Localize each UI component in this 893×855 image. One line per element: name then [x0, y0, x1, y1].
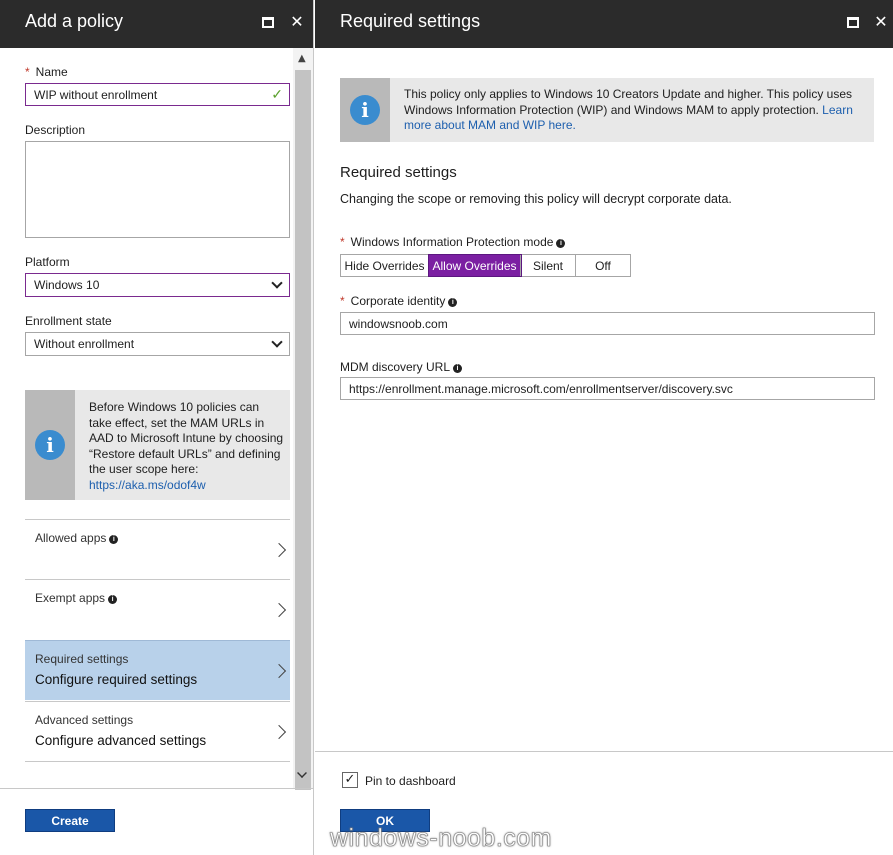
nav-required-settings[interactable]: Required settings Configure required set… [25, 640, 290, 700]
footer-divider [315, 751, 893, 752]
nav-label: Advanced settings [35, 713, 134, 727]
info-icon: i [556, 239, 566, 248]
add-policy-blade: Add a policy ✕ * Name WIP without enrollm… [0, 0, 314, 855]
name-value: WIP without enrollment [34, 87, 158, 102]
blade-header: Add a policy ✕ [0, 0, 313, 48]
info-icon: i [35, 430, 65, 460]
wip-mode-hide-overrides[interactable]: Hide Overrides [341, 255, 429, 276]
blade-header: Required settings ✕ [315, 0, 893, 48]
pin-label: Pin to dashboard [365, 774, 456, 788]
wip-mode-selector: Hide Overrides Allow Overrides Silent Of… [340, 254, 631, 277]
nav-exempt-apps[interactable]: Exempt apps i [25, 579, 290, 639]
description-textarea[interactable] [25, 141, 290, 238]
info-icon: i [109, 535, 119, 544]
nav-allowed-apps[interactable]: Allowed apps i [25, 519, 290, 579]
info-box: i This policy only applies to Windows 10… [340, 78, 874, 142]
chevron-down-icon [271, 336, 283, 348]
enrollment-value: Without enrollment [34, 337, 135, 351]
nav-advanced-settings[interactable]: Advanced settings Configure advanced set… [25, 701, 290, 762]
blade-title: Add a policy [25, 11, 124, 31]
pin-checkbox[interactable]: ✓ [342, 772, 358, 788]
chevron-right-icon [271, 724, 287, 740]
wip-mode-off[interactable]: Off [576, 255, 630, 276]
corporate-identity-value: windowsnoob.com [349, 316, 448, 331]
chevron-right-icon [271, 602, 287, 618]
corporate-identity-input[interactable]: windowsnoob.com [340, 312, 875, 335]
close-icon[interactable]: ✕ [873, 14, 889, 30]
enrollment-label: Enrollment state [25, 314, 112, 328]
required-settings-blade: Required settings ✕ i This policy only a… [315, 0, 893, 855]
info-icon-panel: i [25, 390, 75, 500]
info-icon: i [453, 364, 463, 373]
info-icon-panel: i [340, 78, 390, 142]
create-button[interactable]: Create [25, 809, 115, 832]
info-box: i Before Windows 10 policies can take ef… [25, 390, 290, 500]
description-label: Description [25, 123, 86, 137]
scrollbar[interactable]: ▲ [293, 48, 313, 790]
blade-title: Required settings [340, 11, 481, 31]
enrollment-select[interactable]: Without enrollment [25, 332, 290, 356]
mdm-url-label: MDM discovery URL i [340, 360, 463, 374]
close-icon[interactable]: ✕ [289, 14, 305, 30]
watermark: windows-noob.com [330, 824, 552, 853]
maximize-icon[interactable] [260, 14, 276, 30]
chevron-down-icon [271, 277, 283, 289]
mdm-url-input[interactable]: https://enrollment.manage.microsoft.com/… [340, 377, 875, 400]
platform-value: Windows 10 [34, 278, 100, 292]
section-description: Changing the scope or removing this poli… [340, 192, 732, 206]
info-link[interactable]: https://aka.ms/odof4w [89, 478, 206, 492]
nav-label: Allowed apps i [35, 531, 119, 545]
checkmark-icon: ✓ [271, 86, 283, 102]
checkmark-icon: ✓ [344, 772, 356, 787]
chevron-right-icon [271, 663, 287, 679]
info-icon: i [350, 95, 380, 125]
wip-mode-label: * Windows Information Protection mode i [340, 235, 566, 249]
nav-label: Exempt apps i [35, 591, 118, 605]
info-icon: i [108, 595, 118, 604]
chevron-right-icon [271, 542, 287, 558]
nav-sublabel: Configure required settings [35, 672, 198, 687]
info-text: Before Windows 10 policies can take effe… [89, 400, 284, 492]
section-title: Required settings [340, 164, 457, 181]
scroll-up-icon[interactable]: ▲ [298, 53, 306, 64]
corporate-identity-label: * Corporate identity i [340, 294, 458, 308]
footer-divider [0, 788, 313, 789]
name-label: * Name [25, 65, 68, 79]
wip-mode-silent[interactable]: Silent [521, 255, 576, 276]
platform-select[interactable]: Windows 10 [25, 273, 290, 297]
info-icon: i [448, 298, 458, 307]
wip-mode-allow-overrides[interactable]: Allow Overrides [428, 254, 522, 277]
mdm-url-value: https://enrollment.manage.microsoft.com/… [349, 381, 733, 396]
info-text: This policy only applies to Windows 10 C… [404, 87, 853, 132]
maximize-icon[interactable] [845, 14, 861, 30]
name-input[interactable]: WIP without enrollment ✓ [25, 83, 290, 106]
platform-label: Platform [25, 255, 70, 269]
nav-label: Required settings [35, 652, 129, 666]
nav-sublabel: Configure advanced settings [35, 733, 207, 748]
scrollbar-thumb[interactable] [295, 70, 311, 790]
